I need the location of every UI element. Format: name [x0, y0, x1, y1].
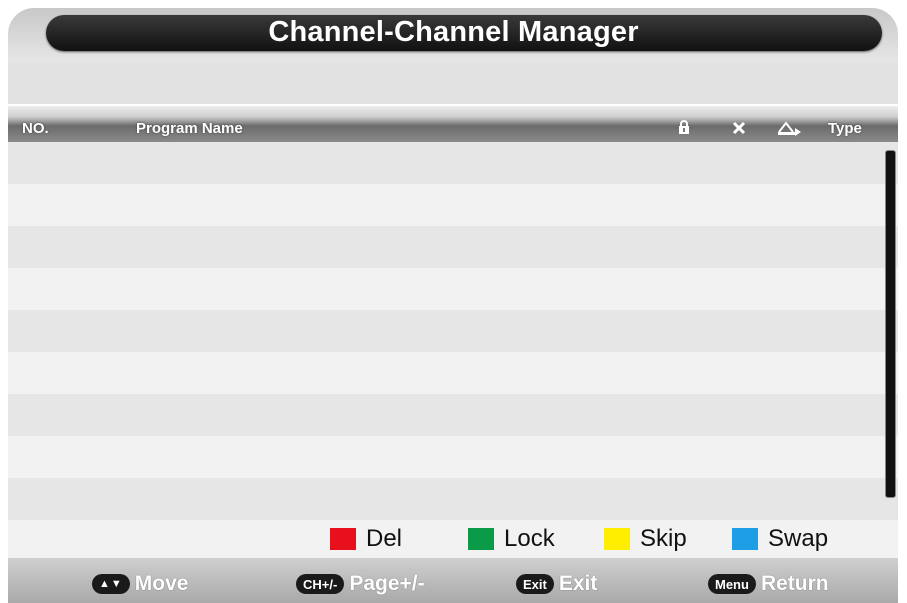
title-area: Channel-Channel Manager [0, 0, 907, 62]
legend-swap[interactable]: Swap [732, 525, 829, 552]
list-item[interactable] [8, 310, 898, 352]
legend-swap-label: Swap [768, 525, 829, 552]
column-no: NO. [22, 120, 49, 137]
lock-icon [678, 120, 690, 140]
legend-del-label: Del [366, 525, 403, 552]
legend-del[interactable]: Del [330, 525, 403, 552]
menu-key-icon: Menu [708, 574, 756, 594]
list-item[interactable] [8, 394, 898, 436]
list-item[interactable] [8, 352, 898, 394]
list-item[interactable] [8, 142, 898, 184]
list-item[interactable] [8, 184, 898, 226]
ch-key-icon: CH+/- [296, 574, 345, 594]
nav-return-label: Return [760, 572, 829, 595]
legend-skip-label: Skip [640, 525, 687, 552]
nav-move[interactable]: ▲▼ Move [92, 571, 188, 597]
channel-list-header: NO. Program Name Type [8, 104, 898, 142]
nav-move-label: Move [134, 572, 189, 595]
list-item[interactable] [8, 436, 898, 478]
exit-key-icon: Exit [516, 574, 554, 594]
list-item[interactable] [8, 268, 898, 310]
green-key-icon [468, 528, 494, 550]
column-program-name: Program Name [136, 120, 243, 137]
list-item[interactable] [8, 478, 898, 520]
color-key-legend: Del Lock Skip Swap [8, 520, 898, 558]
nav-page[interactable]: CH+/- Page+/- [296, 571, 425, 597]
channel-list[interactable] [8, 142, 898, 520]
nav-exit-label: Exit [558, 572, 598, 595]
nav-page-label: Page+/- [349, 572, 425, 595]
bottom-nav-bar: ▲▼ Move CH+/- Page+/- Exit Exit Menu Ret… [8, 558, 898, 603]
legend-skip[interactable]: Skip [604, 525, 687, 552]
swap-icon [776, 120, 802, 141]
list-scrollbar[interactable] [885, 150, 896, 498]
list-item[interactable] [8, 226, 898, 268]
up-down-arrow-icon: ▲▼ [92, 574, 130, 594]
red-key-icon [330, 528, 356, 550]
blue-key-icon [732, 528, 758, 550]
page-title: Channel-Channel Manager [268, 16, 639, 48]
nav-return[interactable]: Menu Return [708, 571, 829, 597]
yellow-key-icon [604, 528, 630, 550]
legend-lock[interactable]: Lock [468, 525, 555, 552]
column-type: Type [828, 120, 862, 137]
skip-icon [732, 120, 746, 140]
header-spacer [8, 62, 898, 104]
nav-exit[interactable]: Exit Exit [516, 571, 597, 597]
legend-lock-label: Lock [504, 525, 555, 552]
